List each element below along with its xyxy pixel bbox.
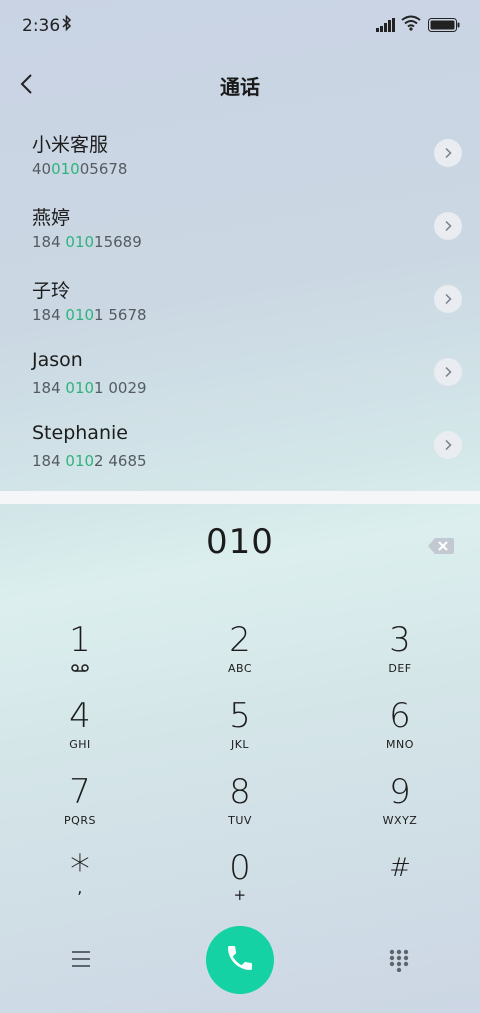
bluetooth-icon [62, 14, 72, 36]
key-letters: TUV [228, 814, 252, 827]
contact-number: 184 0102 4685 [32, 452, 147, 470]
number-match-highlight: 010 [65, 306, 95, 324]
key-letters: ABC [227, 662, 253, 675]
page-title: 通话 [220, 75, 260, 99]
contact-result-item[interactable]: 子玲 184 0101 5678 [0, 266, 480, 338]
header: 通话 [0, 52, 480, 116]
contact-name: 小米客服 [32, 134, 109, 156]
dialpad-grid-icon[interactable] [387, 948, 411, 973]
section-divider [0, 491, 480, 504]
contact-name: Jason [32, 349, 83, 371]
dial-key-2[interactable]: 2 ABC [180, 617, 300, 687]
number-match-highlight: 010 [51, 160, 80, 178]
contact-number: 4001005678 [32, 160, 127, 178]
key-digit: 8 [229, 772, 251, 812]
wifi-icon [401, 15, 421, 35]
key-letters: MNO [386, 738, 414, 751]
battery-icon [428, 17, 460, 36]
key-digit: 7 [69, 772, 91, 812]
key-digit: 5 [229, 696, 251, 736]
key-letters: JKL [230, 738, 250, 751]
number-prefix: 40 [32, 160, 52, 178]
chevron-right-icon[interactable] [434, 139, 462, 167]
key-digit: 1 [69, 620, 91, 660]
dial-key-hash[interactable]: # [340, 845, 460, 915]
dial-key-6[interactable]: 6 MNO [340, 693, 460, 763]
dial-key-5[interactable]: 5 JKL [180, 693, 300, 763]
number-match-highlight: 010 [65, 452, 95, 470]
number-prefix: 184 [32, 379, 66, 397]
chevron-right-icon[interactable] [434, 358, 462, 386]
number-suffix: 1 5678 [94, 306, 147, 324]
status-time: 2:36 [22, 16, 61, 36]
key-digit: 6 [389, 696, 411, 736]
key-digit: 4 [69, 696, 91, 736]
key-digit: 9 [389, 772, 411, 812]
dialed-number-display: 010 [206, 522, 274, 562]
backspace-icon[interactable] [427, 536, 455, 556]
chevron-right-icon[interactable] [434, 285, 462, 313]
number-suffix: 05678 [79, 160, 128, 178]
signal-icon [376, 17, 396, 36]
chevron-right-icon[interactable] [434, 212, 462, 240]
contact-number: 184 0101 0029 [32, 379, 147, 397]
contact-number: 184 0101 5678 [32, 306, 147, 324]
phone-icon [224, 942, 256, 978]
number-match-highlight: 010 [65, 233, 95, 251]
number-prefix: 184 [32, 452, 66, 470]
number-suffix: 15689 [94, 233, 142, 251]
key-letters: PQRS [64, 814, 96, 827]
voicemail-icon [20, 662, 140, 676]
dial-key-1[interactable]: 1 [20, 617, 140, 687]
dial-key-4[interactable]: 4 GHI [20, 693, 140, 763]
contact-name: Stephanie [32, 422, 128, 444]
menu-icon[interactable] [66, 946, 96, 972]
key-letters: DEF [388, 662, 412, 675]
contact-result-item[interactable]: Stephanie 184 0102 4685 [0, 412, 480, 484]
key-letters: GHI [69, 738, 91, 751]
contact-number: 184 01015689 [32, 233, 142, 251]
number-match-highlight: 010 [65, 379, 95, 397]
dial-key-0[interactable]: 0 + [180, 845, 300, 915]
key-letters: WXYZ [382, 814, 418, 827]
chevron-right-icon[interactable] [434, 431, 462, 459]
key-letters: + [233, 886, 247, 904]
call-button[interactable] [206, 926, 274, 994]
dial-key-star[interactable]: * , [20, 845, 140, 915]
key-digit: 0 [229, 848, 251, 888]
dial-key-8[interactable]: 8 TUV [180, 769, 300, 839]
key-letters: , [77, 878, 83, 897]
contact-result-item[interactable]: 燕婷 184 01015689 [0, 193, 480, 265]
number-suffix: 2 4685 [94, 452, 147, 470]
key-digit: # [389, 853, 411, 883]
number-prefix: 184 [32, 306, 66, 324]
dial-key-3[interactable]: 3 DEF [340, 617, 460, 687]
contact-result-item[interactable]: 小米客服 4001005678 [0, 120, 480, 192]
key-digit: 3 [389, 620, 411, 660]
contact-name: 子玲 [32, 280, 71, 302]
status-bar: 2:36 [0, 0, 480, 52]
contact-result-item[interactable]: Jason 184 0101 0029 [0, 339, 480, 411]
dial-key-7[interactable]: 7 PQRS [20, 769, 140, 839]
contact-name: 燕婷 [32, 207, 71, 229]
dial-key-9[interactable]: 9 WXYZ [340, 769, 460, 839]
number-suffix: 1 0029 [94, 379, 147, 397]
key-digit: 2 [229, 620, 251, 660]
bottom-action-bar [0, 920, 480, 1013]
number-prefix: 184 [32, 233, 66, 251]
